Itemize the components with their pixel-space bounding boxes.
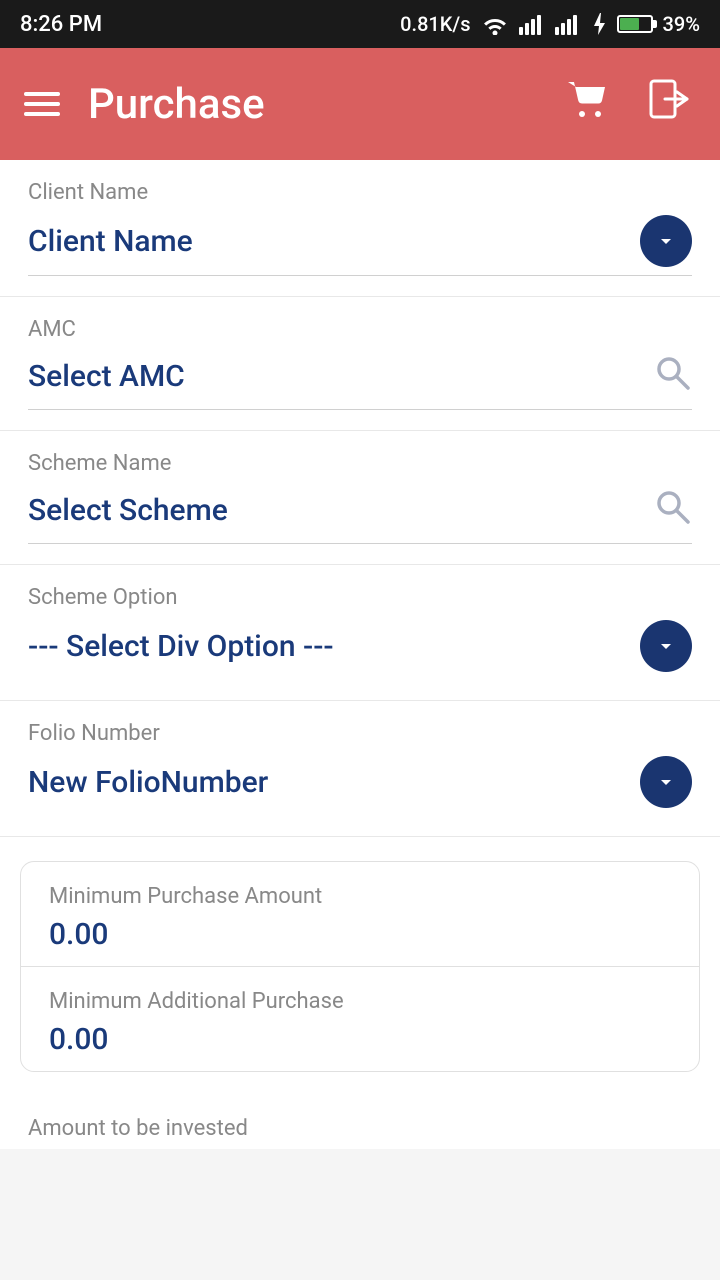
status-bar: 8:26 PM 0.81K/s 39% (0, 0, 720, 48)
scheme-name-value: Select Scheme (28, 493, 228, 528)
scheme-name-section: Scheme Name Select Scheme (0, 431, 720, 565)
cart-button[interactable] (560, 74, 614, 134)
scheme-option-row: --- Select Div Option --- (28, 620, 692, 680)
chevron-down-icon (654, 634, 678, 658)
app-bar-actions (560, 72, 696, 136)
page-title: Purchase (88, 80, 265, 129)
chevron-down-icon (654, 229, 678, 253)
min-additional-row: Minimum Additional Purchase 0.00 (21, 966, 699, 1071)
folio-number-label: Folio Number (28, 721, 692, 746)
folio-number-value: New FolioNumber (28, 765, 268, 800)
info-card: Minimum Purchase Amount 0.00 Minimum Add… (20, 861, 700, 1072)
menu-button[interactable] (24, 92, 60, 116)
amc-search-button[interactable] (652, 352, 692, 401)
folio-number-row: New FolioNumber (28, 756, 692, 816)
amc-value: Select AMC (28, 359, 185, 394)
scheme-option-dropdown[interactable] (640, 620, 692, 672)
form-content: Client Name Client Name AMC Select AMC S… (0, 160, 720, 1149)
logout-button[interactable] (642, 72, 696, 136)
wifi-icon (481, 13, 509, 35)
scheme-name-label: Scheme Name (28, 451, 692, 476)
min-additional-value: 0.00 (49, 1022, 671, 1057)
status-right: 0.81K/s 39% (400, 12, 700, 36)
status-time: 8:26 PM (20, 12, 102, 37)
logout-icon (648, 78, 690, 120)
network-speed: 0.81K/s (400, 12, 470, 36)
search-icon (652, 486, 692, 526)
scheme-name-row: Select Scheme (28, 486, 692, 544)
search-icon (652, 352, 692, 392)
min-additional-label: Minimum Additional Purchase (49, 989, 671, 1014)
client-name-dropdown[interactable] (640, 215, 692, 267)
charging-icon (591, 13, 607, 35)
folio-number-dropdown[interactable] (640, 756, 692, 808)
battery-icon (617, 15, 653, 33)
signal-icon (519, 13, 545, 35)
scheme-option-section: Scheme Option --- Select Div Option --- (0, 565, 720, 701)
folio-number-section: Folio Number New FolioNumber (0, 701, 720, 837)
amc-row: Select AMC (28, 352, 692, 410)
chevron-down-icon (654, 770, 678, 794)
client-name-section: Client Name Client Name (0, 160, 720, 297)
cart-icon (566, 80, 608, 118)
app-bar: Purchase (0, 48, 720, 160)
amount-section: Amount to be invested (0, 1096, 720, 1149)
amc-label: AMC (28, 317, 692, 342)
signal2-icon (555, 13, 581, 35)
min-purchase-row: Minimum Purchase Amount 0.00 (21, 862, 699, 966)
client-name-row: Client Name (28, 215, 692, 276)
min-purchase-label: Minimum Purchase Amount (49, 884, 671, 909)
scheme-option-label: Scheme Option (28, 585, 692, 610)
min-purchase-value: 0.00 (49, 917, 671, 952)
scheme-search-button[interactable] (652, 486, 692, 535)
battery-percent: 39% (663, 12, 700, 36)
amc-section: AMC Select AMC (0, 297, 720, 431)
client-name-value: Client Name (28, 224, 193, 259)
client-name-label: Client Name (28, 180, 692, 205)
scheme-option-value: --- Select Div Option --- (28, 629, 334, 664)
amount-label: Amount to be invested (28, 1116, 692, 1141)
